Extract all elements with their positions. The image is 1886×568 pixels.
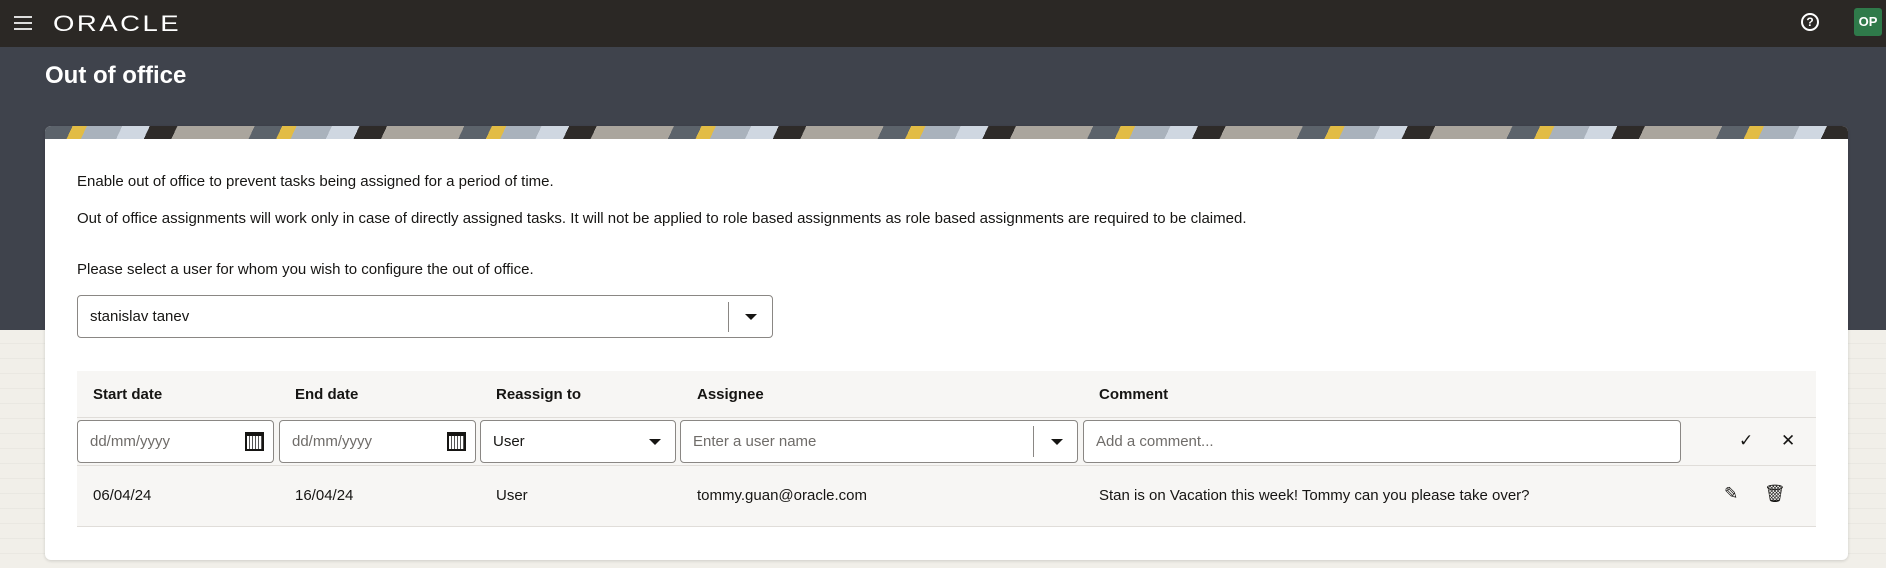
end-date-cell: 16/04/24 — [295, 487, 354, 504]
check-icon[interactable]: ✓ — [1739, 431, 1753, 451]
column-header-comment: Comment — [1099, 386, 1169, 403]
chevron-down-icon[interactable] — [649, 439, 661, 445]
oracle-logo: ORACLE — [53, 11, 182, 36]
reassign-cell: User — [496, 487, 528, 504]
start-date-placeholder: dd/mm/yyyy — [90, 433, 171, 450]
reassign-to-select[interactable]: User — [480, 420, 676, 463]
chevron-down-icon[interactable] — [1051, 439, 1063, 445]
user-select[interactable]: stanislav tanev — [77, 295, 773, 338]
column-header-assignee: Assignee — [697, 386, 764, 403]
select-user-label: Please select a user for whom you wish t… — [77, 261, 534, 278]
decorative-banner — [45, 126, 1848, 139]
hamburger-menu-icon[interactable] — [14, 16, 32, 30]
column-header-end-date: End date — [295, 386, 359, 403]
calendar-icon[interactable] — [245, 432, 264, 451]
column-header-reassign-to: Reassign to — [496, 386, 582, 403]
info-text: Out of office assignments will work only… — [77, 210, 1247, 227]
column-header-start-date: Start date — [93, 386, 163, 403]
user-select-value: stanislav tanev — [90, 308, 190, 325]
divider — [728, 302, 729, 332]
help-icon[interactable]: ? — [1801, 13, 1819, 31]
info-text: Enable out of office to prevent tasks be… — [77, 173, 554, 190]
end-date-input[interactable]: dd/mm/yyyy — [279, 420, 476, 463]
trash-icon[interactable]: 🗑 — [1764, 484, 1786, 504]
comment-cell: Stan is on Vacation this week! Tommy can… — [1099, 487, 1530, 504]
divider — [1033, 426, 1034, 457]
reassign-to-value: User — [493, 433, 525, 450]
comment-placeholder: Add a comment... — [1096, 433, 1214, 450]
end-date-placeholder: dd/mm/yyyy — [292, 433, 373, 450]
start-date-input[interactable]: dd/mm/yyyy — [77, 420, 274, 463]
out-of-office-card: Enable out of office to prevent tasks be… — [45, 126, 1848, 560]
page-title: Out of office — [45, 62, 187, 89]
start-date-cell: 06/04/24 — [93, 487, 152, 504]
new-entry-row: dd/mm/yyyy dd/mm/yyyy User Enter a user … — [77, 418, 1816, 466]
assignee-input[interactable]: Enter a user name — [680, 420, 1078, 463]
chevron-down-icon[interactable] — [745, 314, 757, 320]
table-row: 06/04/24 16/04/24 User tommy.guan@oracle… — [77, 466, 1816, 527]
comment-input[interactable]: Add a comment... — [1083, 420, 1681, 463]
table-header: Start date End date Reassign to Assignee… — [77, 371, 1816, 418]
close-icon[interactable]: ✕ — [1781, 431, 1795, 451]
assignee-placeholder: Enter a user name — [693, 433, 817, 450]
out-of-office-table: Start date End date Reassign to Assignee… — [77, 371, 1816, 527]
edit-pencil-icon[interactable]: ✎ — [1724, 484, 1738, 504]
assignee-cell: tommy.guan@oracle.com — [697, 487, 868, 504]
calendar-icon[interactable] — [447, 432, 466, 451]
top-bar: ORACLE ? OP — [0, 0, 1886, 47]
user-avatar[interactable]: OP — [1854, 8, 1882, 36]
